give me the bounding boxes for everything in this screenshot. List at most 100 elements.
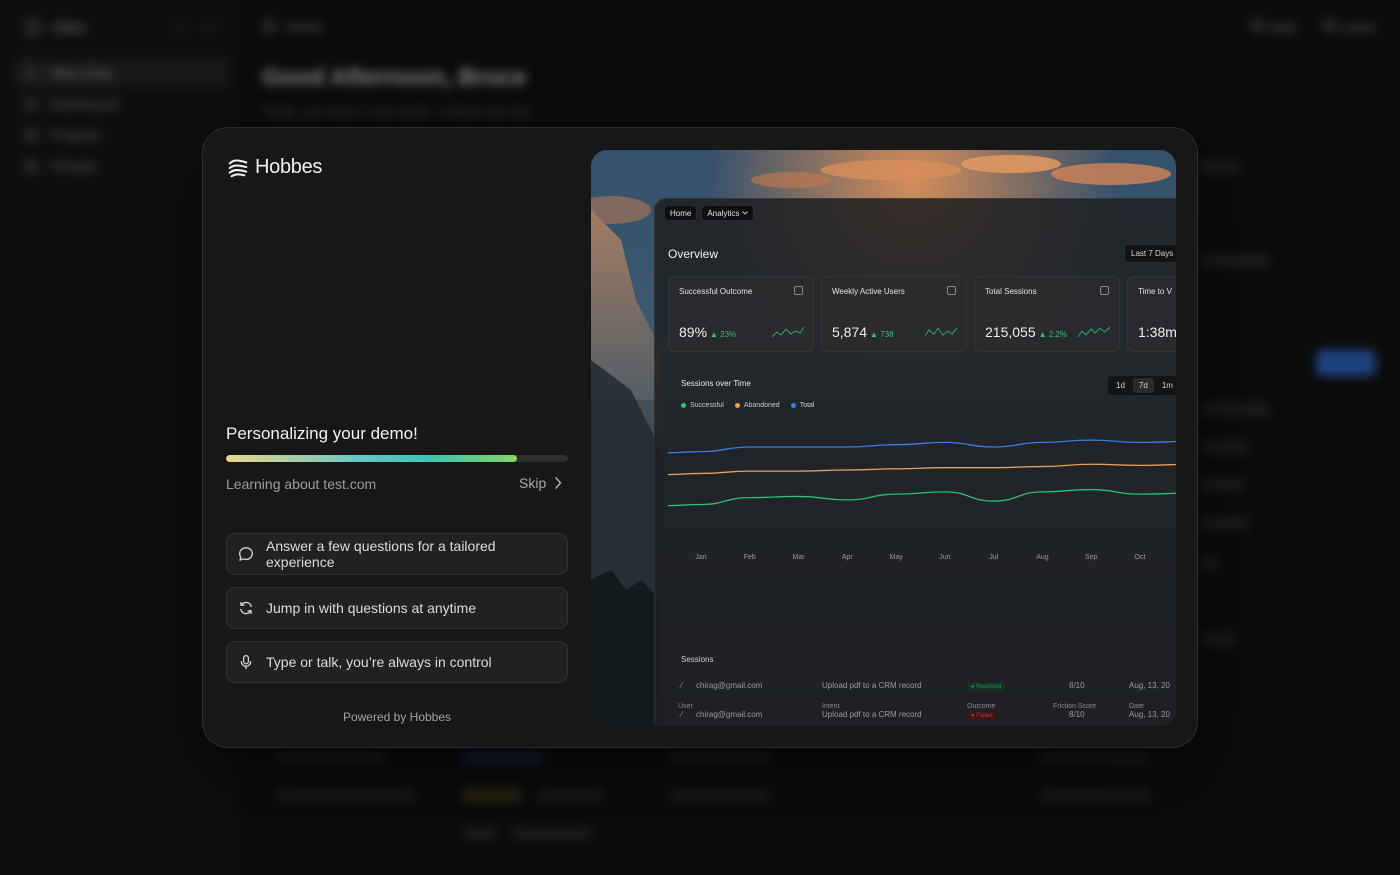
kpi-label: Time to V bbox=[1138, 287, 1172, 296]
overview-title: Overview bbox=[668, 247, 719, 261]
bg-brand-name: Atlas bbox=[52, 18, 86, 36]
kpi-value: 1:38m bbox=[1138, 324, 1176, 340]
legend-label: Successful bbox=[690, 402, 724, 409]
bg-ghost bbox=[670, 750, 770, 764]
bg-learn-icon bbox=[1322, 17, 1337, 32]
chat-bubble-icon bbox=[239, 547, 253, 561]
logo-text: Hobbes bbox=[255, 156, 323, 178]
chart-legend: Successful Abandoned Total bbox=[681, 402, 814, 409]
bg-subtitle: Today, you have 3 new leads, 2 follow-up… bbox=[262, 104, 531, 119]
personalizing-title: Personalizing your demo! bbox=[226, 424, 418, 443]
cell-outcome: ● Resolved bbox=[967, 681, 1006, 691]
bg-help-action: Help bbox=[1249, 17, 1297, 35]
analytics-dashboard: Home Analytics Overview Last 7 Days Succ… bbox=[654, 198, 1176, 726]
option-label: Answer a few questions for a tailored ex… bbox=[266, 538, 496, 570]
row-indicator: ⁄ bbox=[681, 710, 683, 719]
cell-user: chirag@gmail.com bbox=[696, 681, 763, 690]
legend-dot bbox=[734, 403, 740, 408]
bg-ghost bbox=[275, 750, 385, 764]
bg-help-label: Help bbox=[1267, 18, 1297, 35]
skip-button[interactable]: Skip bbox=[519, 475, 562, 491]
x-tick-label: Jul bbox=[989, 554, 998, 561]
bg-greeting: Good Afternoon, Bruce bbox=[262, 64, 527, 91]
kpi-card: Successful Outcome 89% ▲ 23% bbox=[668, 276, 814, 352]
bg-nav-label: Virtuals bbox=[50, 158, 97, 174]
outcome-badge: ● Resolved bbox=[967, 683, 1006, 691]
bg-ghost bbox=[670, 788, 770, 802]
kpi-delta: ▲ 23% bbox=[710, 330, 737, 339]
bg-home-icon bbox=[262, 19, 276, 33]
kpi-label: Successful Outcome bbox=[679, 287, 753, 296]
kpi-number: 1:38m bbox=[1138, 324, 1176, 340]
skip-label: Skip bbox=[519, 475, 547, 491]
play-icon bbox=[1100, 286, 1109, 295]
cell-score: 8/10 bbox=[1069, 681, 1085, 690]
outcome-badge-label: Failed bbox=[976, 713, 993, 719]
option-type-or-talk[interactable]: Type or talk, you’re always in control bbox=[226, 641, 568, 683]
hobbes-logo: Hobbes bbox=[227, 156, 322, 179]
bg-search-icon bbox=[172, 20, 186, 34]
kpi-delta: ▲ 738 bbox=[870, 330, 894, 339]
bg-ghost bbox=[1200, 402, 1270, 416]
onboarding-modal: Hobbes Personalizing your demo! Learning… bbox=[202, 127, 1198, 748]
option-jump-in[interactable]: Jump in with questions at anytime bbox=[226, 587, 568, 629]
bg-ghost bbox=[462, 750, 542, 764]
option-answer-questions[interactable]: Answer a few questions for a tailored ex… bbox=[226, 533, 568, 575]
legend-dot bbox=[790, 403, 796, 408]
bg-ghost bbox=[1200, 556, 1220, 570]
bg-collapse-icon bbox=[202, 20, 216, 34]
kpi-value: 89% ▲ 23% bbox=[679, 324, 736, 340]
outcome-badge-label: Resolved bbox=[976, 684, 1002, 690]
bg-nav-icon bbox=[24, 66, 38, 80]
bg-ghost bbox=[1200, 478, 1244, 492]
bg-ghost bbox=[1040, 788, 1150, 802]
bg-ghost bbox=[538, 788, 604, 802]
x-tick-label: Sep bbox=[1085, 554, 1098, 561]
bg-sidebar-controls bbox=[172, 20, 216, 34]
powered-by: Powered by Hobbes bbox=[342, 710, 452, 724]
kpi-value: 215,055 ▲ 2.2% bbox=[985, 324, 1067, 340]
bg-nav-item: Projects bbox=[14, 120, 230, 150]
bg-nav-icon bbox=[24, 159, 38, 173]
x-tick-label: Jan bbox=[695, 554, 706, 561]
kpi-value: 5,874 ▲ 738 bbox=[832, 324, 894, 340]
bg-ghost bbox=[275, 788, 415, 802]
cell-user: chirag@gmail.com bbox=[696, 710, 763, 719]
status-text: Learning about test.com bbox=[226, 476, 377, 492]
series-line-total bbox=[668, 439, 1176, 454]
legend-label: Abandoned bbox=[743, 402, 780, 409]
bg-nav-item: Virtuals bbox=[14, 151, 230, 181]
kpi-number: 215,055 bbox=[985, 324, 1036, 340]
breadcrumb-analytics: Analytics bbox=[701, 205, 755, 221]
kpi-label: Total Sessions bbox=[985, 287, 1037, 296]
chevron-down-icon bbox=[742, 211, 749, 215]
sparkline bbox=[1078, 326, 1110, 338]
chevron-right-icon bbox=[555, 477, 562, 489]
bg-nav: New Chat Dashboard Projects Virtuals bbox=[14, 58, 230, 182]
series-line-abandoned bbox=[668, 463, 1176, 476]
breadcrumb: Home Analytics bbox=[664, 205, 755, 221]
dashboard-preview: Home Analytics Overview Last 7 Days Succ… bbox=[591, 150, 1176, 726]
sparkline bbox=[772, 326, 804, 338]
x-tick-label: Jun bbox=[939, 554, 950, 561]
sessions-chart-card: Jan Feb Mar Apr May Jun Jul Aug Sep Oct Sessions … bbox=[668, 369, 1176, 594]
kpi-card: Total Sessions 215,055 ▲ 2.2% bbox=[974, 276, 1120, 352]
option-label: Jump in with questions at anytime bbox=[266, 600, 477, 616]
microphone-icon bbox=[240, 654, 252, 670]
bg-ghost bbox=[1200, 254, 1270, 268]
bg-nav-item: New Chat bbox=[14, 58, 230, 88]
bg-help-icon bbox=[1249, 17, 1264, 32]
bg-nav-item: Dashboard bbox=[14, 89, 230, 119]
series-line-successful bbox=[668, 488, 1176, 507]
progress-bar bbox=[226, 455, 568, 462]
range-tab-1d: 1d bbox=[1116, 381, 1125, 390]
legend-item: Abandoned bbox=[734, 402, 780, 409]
kpi-number: 5,874 bbox=[832, 324, 868, 340]
bg-ghost bbox=[1040, 750, 1150, 764]
bg-ghost bbox=[462, 788, 522, 802]
kpi-card: Time to V 1:38m bbox=[1127, 276, 1176, 352]
x-tick-label: Apr bbox=[842, 554, 854, 561]
x-tick-label: Aug bbox=[1036, 554, 1049, 561]
range-tab-1m: 1m bbox=[1161, 381, 1173, 390]
bg-ghost bbox=[1200, 440, 1250, 454]
